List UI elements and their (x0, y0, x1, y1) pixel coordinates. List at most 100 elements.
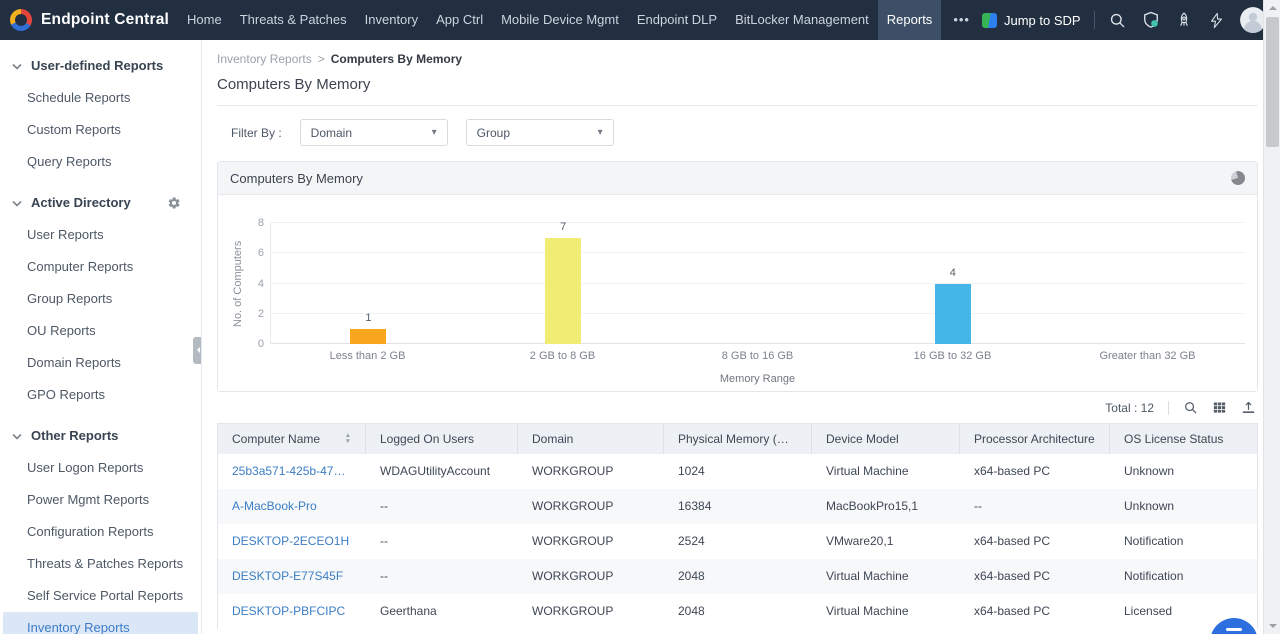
nav-item-home[interactable]: Home (178, 0, 231, 40)
table-cell: Virtual Machine (812, 594, 960, 629)
table-cell: VMware20,1 (812, 524, 960, 559)
breadcrumb-parent-link[interactable]: Inventory Reports (217, 52, 312, 66)
page-scrollbar[interactable] (1263, 0, 1280, 634)
sidebar: User-defined ReportsSchedule ReportsCust… (0, 40, 202, 634)
column-header-computer-name[interactable]: Computer Name ▲▼ (218, 424, 366, 454)
chevron-down-icon (12, 195, 22, 210)
gear-icon[interactable] (167, 196, 181, 210)
sidebar-item-user-reports[interactable]: User Reports (0, 219, 201, 250)
computer-name-link[interactable]: DESKTOP-PBFCIPC (218, 594, 366, 629)
computer-name-link[interactable]: A-MacBook-Pro (218, 489, 366, 524)
sidebar-section-header-active-directory[interactable]: Active Directory (0, 187, 201, 218)
computers-table: Computer Name ▲▼ Logged On UsersDomainPhys… (217, 423, 1258, 629)
computer-name-link[interactable]: DESKTOP-E77S45F (218, 559, 366, 594)
sidebar-item-power-mgmt-reports[interactable]: Power Mgmt Reports (0, 484, 201, 515)
column-header-physical-memory-mb[interactable]: Physical Memory (MB) (664, 424, 812, 454)
scrollbar-thumb[interactable] (1266, 17, 1279, 147)
chevron-down-icon: ▾ (598, 127, 603, 138)
table-cell: x64-based PC (960, 524, 1110, 559)
search-icon[interactable] (1108, 10, 1128, 30)
bar-chart: No. of Computers 02468 174 Less than 2 G… (218, 195, 1257, 391)
page-title: Computers By Memory (217, 76, 1258, 93)
sort-icon[interactable]: ▲▼ (345, 433, 351, 445)
scrollbar-up-arrow[interactable] (1264, 0, 1280, 16)
table-cell: WORKGROUP (518, 524, 664, 559)
nav-items: HomeThreats & PatchesInventoryApp CtrlMo… (178, 0, 941, 40)
nav-item-mobile-device-mgmt[interactable]: Mobile Device Mgmt (492, 0, 628, 40)
column-header-processor-architecture[interactable]: Processor Architecture (960, 424, 1110, 454)
domain-filter-dropdown[interactable]: Domain ▾ (300, 119, 448, 146)
sidebar-collapse-handle[interactable] (193, 337, 201, 364)
sidebar-item-threats-patches-reports[interactable]: Threats & Patches Reports (0, 548, 201, 579)
toolbar-separator (1168, 401, 1169, 415)
chart-y-tick-label: 2 (218, 308, 264, 320)
nav-more-button[interactable]: ••• (941, 0, 982, 40)
chart-bar[interactable] (350, 329, 386, 344)
chart-category-label: 2 GB to 8 GB (465, 350, 660, 362)
sidebar-item-computer-reports[interactable]: Computer Reports (0, 251, 201, 282)
nav-item-inventory[interactable]: Inventory (356, 0, 427, 40)
brand[interactable]: Endpoint Central (10, 9, 178, 31)
export-icon[interactable] (1241, 400, 1256, 415)
scrollbar-down-arrow[interactable] (1264, 618, 1280, 634)
quick-actions-lightning-icon[interactable] (1207, 10, 1227, 30)
column-chooser-grid-icon[interactable] (1212, 400, 1227, 415)
breadcrumb-current: Computers By Memory (331, 52, 462, 66)
nav-item-endpoint-dlp[interactable]: Endpoint DLP (628, 0, 726, 40)
column-header-device-model[interactable]: Device Model (812, 424, 960, 454)
nav-item-reports[interactable]: Reports (878, 0, 942, 40)
sidebar-item-user-logon-reports[interactable]: User Logon Reports (0, 452, 201, 483)
computer-name-link[interactable]: 25b3a571-425b-47d1-86... (218, 454, 366, 489)
sidebar-item-inventory-reports[interactable]: Inventory Reports (3, 612, 198, 634)
table-row[interactable]: DESKTOP-2ECEO1H--WORKGROUP2524VMware20,1… (218, 524, 1257, 559)
table-cell: Unknown (1110, 454, 1257, 489)
sidebar-section-other-reports: Other ReportsUser Logon ReportsPower Mgm… (0, 420, 201, 634)
computer-name-link[interactable]: DESKTOP-2ECEO1H (218, 524, 366, 559)
table-search-icon[interactable] (1183, 400, 1198, 415)
chart-bar[interactable] (935, 284, 971, 345)
sidebar-item-configuration-reports[interactable]: Configuration Reports (0, 516, 201, 547)
sidebar-item-custom-reports[interactable]: Custom Reports (0, 114, 201, 145)
sidebar-item-domain-reports[interactable]: Domain Reports (0, 347, 201, 378)
sidebar-item-group-reports[interactable]: Group Reports (0, 283, 201, 314)
sidebar-item-ou-reports[interactable]: OU Reports (0, 315, 201, 346)
nav-divider (1094, 11, 1095, 29)
column-header-label: Computer Name (232, 432, 320, 446)
nav-item-app-ctrl[interactable]: App Ctrl (427, 0, 492, 40)
chevron-down-icon: ▾ (432, 127, 437, 138)
column-header-domain[interactable]: Domain (518, 424, 664, 454)
chart-bar[interactable] (545, 238, 581, 344)
security-shield-icon[interactable] (1141, 10, 1161, 30)
table-row[interactable]: DESKTOP-PBFCIPCGeerthanaWORKGROUP2048Vir… (218, 594, 1257, 629)
nav-item-bitlocker-management[interactable]: BitLocker Management (726, 0, 878, 40)
jump-to-sdp-button[interactable]: Jump to SDP (982, 13, 1081, 28)
table-cell: -- (366, 524, 518, 559)
sidebar-section-header-user-defined-reports[interactable]: User-defined Reports (0, 50, 201, 81)
column-header-logged-on-users[interactable]: Logged On Users (366, 424, 518, 454)
sidebar-section-user-defined-reports: User-defined ReportsSchedule ReportsCust… (0, 50, 201, 177)
breadcrumb-separator: > (318, 52, 325, 66)
group-filter-dropdown[interactable]: Group ▾ (466, 119, 614, 146)
nav-item-threats-patches[interactable]: Threats & Patches (231, 0, 356, 40)
table-cell: x64-based PC (960, 454, 1110, 489)
user-avatar[interactable] (1240, 7, 1266, 33)
table-cell: 1024 (664, 454, 812, 489)
table-row[interactable]: DESKTOP-E77S45F--WORKGROUP2048Virtual Ma… (218, 559, 1257, 594)
column-header-os-license-status[interactable]: OS License Status (1110, 424, 1257, 454)
chart-x-axis-label: Memory Range (270, 373, 1245, 385)
chart-bar-value-label: 7 (466, 221, 661, 233)
sidebar-item-self-service-portal-reports[interactable]: Self Service Portal Reports (0, 580, 201, 611)
sidebar-item-gpo-reports[interactable]: GPO Reports (0, 379, 201, 410)
table-cell: Unknown (1110, 489, 1257, 524)
sidebar-item-query-reports[interactable]: Query Reports (0, 146, 201, 177)
table-row[interactable]: 25b3a571-425b-47d1-86...WDAGUtilityAccou… (218, 454, 1257, 489)
sidebar-item-schedule-reports[interactable]: Schedule Reports (0, 82, 201, 113)
table-cell: 2524 (664, 524, 812, 559)
sdp-logo-icon (982, 13, 997, 28)
whats-new-rocket-icon[interactable] (1174, 10, 1194, 30)
pie-chart-toggle-icon[interactable] (1229, 169, 1246, 186)
chart-panel-header: Computers By Memory (218, 162, 1257, 195)
table-row[interactable]: A-MacBook-Pro--WORKGROUP16384MacBookPro1… (218, 489, 1257, 524)
chart-bar-slot: 7 (466, 223, 661, 344)
sidebar-section-header-other-reports[interactable]: Other Reports (0, 420, 201, 451)
